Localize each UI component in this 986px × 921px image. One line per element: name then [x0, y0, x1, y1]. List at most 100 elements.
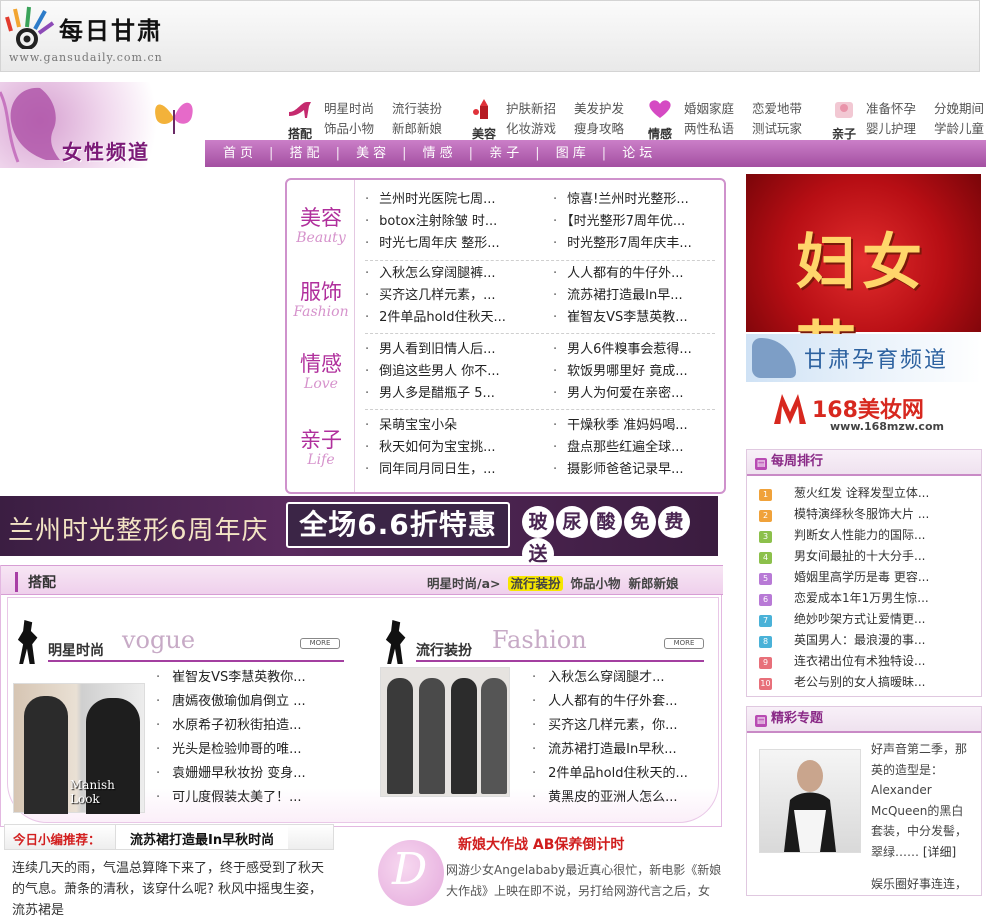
topic-link[interactable]: 崔智友VS李慧英教...	[553, 308, 688, 328]
link-liangxing[interactable]: 两性私语	[684, 121, 734, 136]
section-title[interactable]: 搭配	[15, 572, 56, 592]
rank-item[interactable]: 10 老公与别的女人搞暧昧...	[759, 673, 925, 691]
special-summary[interactable]: 好声音第二季，那英的造型是：Alexander McQueen的黑白套装，中分发…	[871, 739, 971, 862]
ad-banner-168mzw[interactable]: 168美妆网 www.168mzw.com	[746, 386, 981, 434]
rank-item[interactable]: 1 葱火红发 诠释发型立体...	[759, 484, 929, 502]
topic-link[interactable]: 时光七周年庆 整形...	[365, 234, 500, 254]
ad-banner-pregnancy[interactable]: 甘肃孕育频道	[746, 334, 981, 382]
special-summary-2[interactable]: 娱乐圈好事连连，	[871, 875, 975, 892]
bride-title[interactable]: 新娘大作战 AB保养倒计时	[458, 834, 624, 854]
rank-title[interactable]: 老公与别的女人搞暧昧...	[794, 675, 925, 689]
topic-link[interactable]: 秋天如何为宝宝挑...	[365, 438, 495, 458]
rank-item[interactable]: 7 绝妙吵架方式让爱情更...	[759, 610, 925, 628]
special-photo[interactable]	[759, 749, 861, 853]
more-button[interactable]: MORE	[300, 638, 340, 649]
rank-item[interactable]: 5 婚姻里高学历是毒 更容...	[759, 568, 929, 586]
rank-title[interactable]: 葱火红发 诠释发型立体...	[794, 486, 929, 500]
promo-banner[interactable]: 兰州时光整形6周年庆 全场6.6折特惠 玻尿酸免费送	[0, 496, 718, 570]
section-label-beauty[interactable]: 美容 Beauty	[287, 202, 355, 246]
link-xinlang[interactable]: 新郎新娘	[392, 121, 442, 136]
link-xueling[interactable]: 学龄儿童	[934, 121, 984, 136]
detail-link[interactable]: [详细]	[923, 845, 956, 859]
editor-recommend-link[interactable]: 流苏裙打造最In早秋时尚	[115, 825, 289, 849]
topic-link[interactable]: 【时光整形7周年优...	[553, 212, 685, 232]
section-label-fashion[interactable]: 服饰 Fashion	[287, 276, 355, 320]
sub-link[interactable]: 新郎新娘	[629, 576, 679, 591]
nav-tuku[interactable]: 图库	[556, 146, 590, 161]
topic-link[interactable]: 买齐这几样元素，...	[365, 286, 495, 306]
link-mingxing[interactable]: 明星时尚	[324, 101, 374, 116]
rank-item[interactable]: 6 恋爱成本1年1万男生惊...	[759, 589, 929, 607]
topic-link[interactable]: 同年同月同日生，...	[365, 460, 495, 480]
topic-link[interactable]: 人人都有的牛仔外...	[553, 264, 683, 284]
topic-link[interactable]: 男人6件糗事会惹得...	[553, 340, 692, 360]
topic-link[interactable]: 惊喜!兰州时光整形...	[553, 190, 689, 210]
topic-link[interactable]: 软饭男哪里好 竟成...	[553, 362, 688, 382]
nav-qinggan[interactable]: 情感	[423, 146, 457, 161]
rank-title[interactable]: 连衣裙出位有术独特设...	[794, 654, 925, 668]
lipstick-icon[interactable]: 美容	[470, 98, 498, 141]
vogue-link[interactable]: 光头是检验帅哥的唯...	[156, 740, 301, 760]
topic-link[interactable]: botox注射除皱 时...	[365, 212, 497, 232]
fashion-link[interactable]: 入秋怎么穿阔腿才...	[532, 668, 664, 688]
topic-link[interactable]: 流苏裙打造最In早...	[553, 286, 682, 306]
vogue-link[interactable]: 唐嫣夜傲瑜伽肩倒立 ...	[156, 692, 306, 712]
link-lianai[interactable]: 恋爱地带	[752, 101, 802, 116]
site-logo-icon[interactable]	[5, 5, 55, 50]
vogue-link[interactable]: 崔智友VS李慧英教你...	[156, 668, 306, 688]
topic-link[interactable]: 男人为何爱在亲密...	[553, 384, 683, 404]
rank-title[interactable]: 模特演绎秋冬服饰大片 ...	[794, 507, 929, 521]
topic-link[interactable]: 盘点那些红遍全球...	[553, 438, 683, 458]
fashion-link[interactable]: 黄黑皮的亚洲人怎么...	[532, 788, 677, 808]
rank-item[interactable]: 4 男女间最扯的十大分手...	[759, 547, 925, 565]
link-fenmian[interactable]: 分娩期间	[934, 101, 984, 116]
link-shipin[interactable]: 饰品小物	[324, 121, 374, 136]
link-hunyin[interactable]: 婚姻家庭	[684, 101, 734, 116]
rank-title[interactable]: 英国男人：最浪漫的事...	[794, 633, 925, 647]
link-ceshi[interactable]: 测试玩家	[752, 121, 802, 136]
rank-title[interactable]: 婚姻里高学历是毒 更容...	[794, 570, 929, 584]
high-heel-icon[interactable]: 搭配	[286, 98, 314, 141]
rank-item[interactable]: 8 英国男人：最浪漫的事...	[759, 631, 925, 649]
fashion-link[interactable]: 2件单品hold住秋天的...	[532, 764, 688, 784]
rank-title[interactable]: 判断女人性能力的国际...	[794, 528, 925, 542]
vogue-link[interactable]: 袁姗姗早秋妆扮 变身...	[156, 764, 306, 784]
topic-link[interactable]: 干燥秋季 准妈妈喝...	[553, 416, 688, 436]
sub-link[interactable]: 饰品小物	[571, 576, 621, 591]
topic-link[interactable]: 男人多是醋瓶子 5...	[365, 384, 495, 404]
section-label-life[interactable]: 亲子 Life	[287, 424, 355, 468]
rank-title[interactable]: 男女间最扯的十大分手...	[794, 549, 925, 563]
link-huaiyun[interactable]: 准备怀孕	[866, 101, 916, 116]
link-meifa[interactable]: 美发护发	[574, 101, 624, 116]
nav-qinzi[interactable]: 亲子	[489, 146, 523, 161]
vogue-photo[interactable]: Manish Look	[13, 683, 145, 814]
link-liuxing[interactable]: 流行装扮	[392, 101, 442, 116]
link-yinger[interactable]: 婴儿护理	[866, 121, 916, 136]
site-logo-text[interactable]: 每日甘肃	[59, 11, 163, 46]
fashion-photo[interactable]	[380, 667, 510, 797]
topic-link[interactable]: 兰州时光医院七周...	[365, 190, 495, 210]
more-button[interactable]: MORE	[664, 638, 704, 649]
link-huazhuang[interactable]: 化妆游戏	[506, 121, 556, 136]
fashion-link[interactable]: 买齐这几样元素，你...	[532, 716, 677, 736]
vogue-link[interactable]: 可儿度假装太美了！...	[156, 788, 301, 808]
nav-home[interactable]: 首页	[223, 146, 257, 161]
fashion-link[interactable]: 人人都有的牛仔外套...	[532, 692, 677, 712]
topic-link[interactable]: 时光整形7周年庆丰...	[553, 234, 692, 254]
heart-icon[interactable]: 情感	[646, 98, 674, 141]
topic-link[interactable]: 摄影师爸爸记录早...	[553, 460, 683, 480]
rank-title[interactable]: 绝妙吵架方式让爱情更...	[794, 612, 925, 626]
rank-item[interactable]: 3 判断女人性能力的国际...	[759, 526, 925, 544]
rank-item[interactable]: 2 模特演绎秋冬服饰大片 ...	[759, 505, 929, 523]
section-label-love[interactable]: 情感 Love	[287, 348, 355, 392]
topic-link[interactable]: 2件单品hold住秋天...	[365, 308, 506, 328]
topic-link[interactable]: 男人看到旧情人后...	[365, 340, 495, 360]
sub-link[interactable]: 流行装扮	[508, 576, 563, 591]
nav-meirong[interactable]: 美容	[356, 146, 390, 161]
rank-title[interactable]: 恋爱成本1年1万男生惊...	[794, 591, 929, 605]
baby-icon[interactable]: 亲子	[830, 98, 858, 141]
nav-luntan[interactable]: 论坛	[622, 146, 656, 161]
link-hufu[interactable]: 护肤新招	[506, 101, 556, 116]
topic-link[interactable]: 呆萌宝宝小朵	[365, 416, 457, 436]
fashion-link[interactable]: 流苏裙打造最In早秋...	[532, 740, 676, 760]
